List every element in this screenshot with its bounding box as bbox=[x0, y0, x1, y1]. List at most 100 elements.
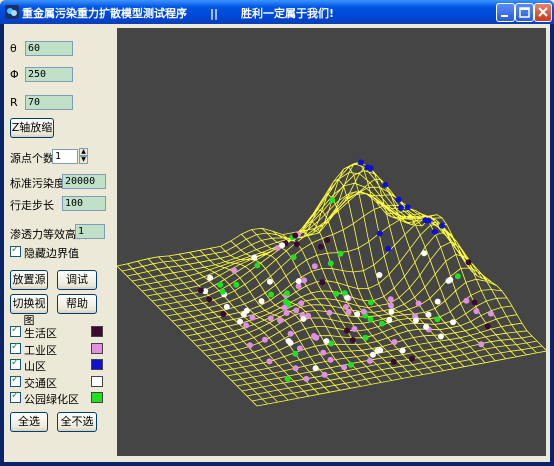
zone-marker bbox=[473, 308, 480, 315]
zone-marker bbox=[385, 245, 391, 252]
zone-marker bbox=[295, 278, 302, 285]
zone-park-swatch[interactable] bbox=[91, 392, 103, 403]
phi-input[interactable]: 250 bbox=[25, 67, 73, 82]
zone-marker bbox=[366, 357, 373, 364]
zone-marker bbox=[251, 254, 258, 261]
zone-marker bbox=[243, 307, 250, 314]
zone-marker bbox=[327, 260, 334, 267]
3d-plot-view[interactable] bbox=[116, 28, 548, 456]
z-zoom-button[interactable]: Z轴放缩 bbox=[10, 118, 54, 138]
hide-boundary-checkbox[interactable] bbox=[10, 244, 21, 257]
place-source-button[interactable]: 放置源 bbox=[10, 270, 48, 290]
zone-marker bbox=[267, 315, 274, 322]
zone-marker bbox=[197, 287, 204, 294]
source-count-input[interactable]: 1 bbox=[52, 149, 78, 164]
zone-marker bbox=[351, 326, 358, 332]
zone-marker bbox=[415, 300, 422, 307]
radius-input[interactable]: 70 bbox=[25, 95, 73, 110]
zone-marker bbox=[379, 320, 385, 327]
close-button[interactable] bbox=[534, 3, 552, 22]
debug-button[interactable]: 调试 bbox=[57, 270, 97, 290]
zone-marker bbox=[421, 250, 428, 257]
zone-living-swatch[interactable] bbox=[91, 326, 103, 337]
theta-input[interactable]: 60 bbox=[25, 41, 73, 56]
zone-marker bbox=[438, 222, 445, 229]
zone-marker bbox=[344, 294, 351, 301]
switch-view-button[interactable]: 切换视图 bbox=[10, 294, 48, 327]
zone-living-checkbox[interactable] bbox=[10, 324, 21, 337]
select-none-button[interactable]: 全不选 bbox=[57, 412, 97, 432]
zone-marker bbox=[283, 310, 290, 316]
seep-input[interactable]: 1 bbox=[75, 224, 105, 239]
minimize-button[interactable] bbox=[496, 3, 515, 22]
zone-marker bbox=[268, 291, 275, 298]
title-bar[interactable]: 重金属污染重力扩散模型测试程序 || 胜利一定属于我们! bbox=[0, 0, 554, 24]
zone-marker bbox=[292, 365, 299, 372]
zone-marker bbox=[246, 342, 253, 349]
zone-marker bbox=[423, 323, 430, 330]
zone-marker bbox=[345, 309, 352, 316]
phi-label: Φ bbox=[10, 68, 19, 81]
zone-industrial-swatch[interactable] bbox=[91, 343, 103, 354]
select-all-button[interactable]: 全选 bbox=[10, 412, 48, 432]
zone-marker bbox=[296, 345, 303, 352]
zone-park-checkbox[interactable] bbox=[10, 390, 21, 403]
source-count-label: 源点个数 bbox=[10, 152, 54, 165]
zone-marker bbox=[223, 303, 230, 310]
zone-marker bbox=[231, 267, 238, 274]
zone-mountain-swatch[interactable] bbox=[91, 359, 103, 370]
zone-marker bbox=[281, 304, 288, 311]
zone-marker bbox=[434, 298, 441, 305]
zone-traffic-swatch[interactable] bbox=[91, 376, 103, 387]
zone-marker bbox=[450, 319, 456, 326]
zone-marker bbox=[425, 217, 432, 224]
zone-marker bbox=[301, 277, 308, 284]
zone-marker bbox=[367, 165, 374, 172]
zone-traffic-checkbox[interactable] bbox=[10, 374, 21, 387]
zone-marker bbox=[305, 312, 312, 319]
zone-marker bbox=[369, 351, 376, 358]
zone-marker bbox=[258, 298, 265, 305]
help-button[interactable]: 帮助 bbox=[57, 294, 97, 314]
zone-marker bbox=[386, 317, 393, 323]
zone-marker bbox=[434, 316, 441, 323]
zone-marker bbox=[382, 181, 389, 188]
zone-marker bbox=[292, 350, 299, 357]
zone-mountain-checkbox[interactable] bbox=[10, 357, 21, 370]
zone-marker bbox=[219, 288, 226, 295]
zone-industrial-label: 工业区 bbox=[24, 344, 57, 357]
zone-marker bbox=[367, 316, 374, 323]
zone-mountain-label: 山区 bbox=[24, 360, 46, 373]
zone-marker bbox=[387, 296, 394, 303]
maximize-icon bbox=[519, 7, 530, 18]
zone-marker bbox=[277, 317, 284, 324]
zone-marker bbox=[454, 273, 461, 280]
spin-up-button[interactable]: ▲ bbox=[79, 148, 88, 156]
minimize-icon bbox=[501, 15, 508, 17]
app-icon bbox=[5, 5, 19, 19]
zone-marker bbox=[471, 299, 478, 306]
zone-marker bbox=[293, 241, 300, 248]
zone-marker bbox=[342, 304, 349, 310]
zone-marker bbox=[412, 317, 419, 324]
zone-marker bbox=[319, 279, 326, 286]
zone-marker bbox=[285, 338, 292, 344]
zone-marker bbox=[437, 333, 444, 340]
zone-marker bbox=[329, 197, 336, 204]
zone-marker bbox=[344, 327, 350, 334]
zone-marker bbox=[333, 290, 340, 297]
zone-marker bbox=[349, 337, 356, 344]
zone-industrial-checkbox[interactable] bbox=[10, 341, 21, 354]
mesh-surface[interactable] bbox=[116, 28, 548, 456]
step-input[interactable]: 100 bbox=[62, 196, 106, 211]
spin-down-button[interactable]: ▼ bbox=[79, 156, 88, 164]
zone-marker bbox=[279, 242, 286, 249]
zone-marker bbox=[388, 308, 395, 315]
zone-marker bbox=[395, 196, 402, 203]
zone-marker bbox=[431, 228, 438, 235]
zone-marker bbox=[283, 298, 289, 305]
std-pollution-input[interactable]: 20000 bbox=[62, 174, 106, 189]
maximize-button[interactable] bbox=[515, 3, 534, 22]
zone-marker bbox=[243, 322, 250, 329]
zone-marker bbox=[324, 237, 331, 243]
